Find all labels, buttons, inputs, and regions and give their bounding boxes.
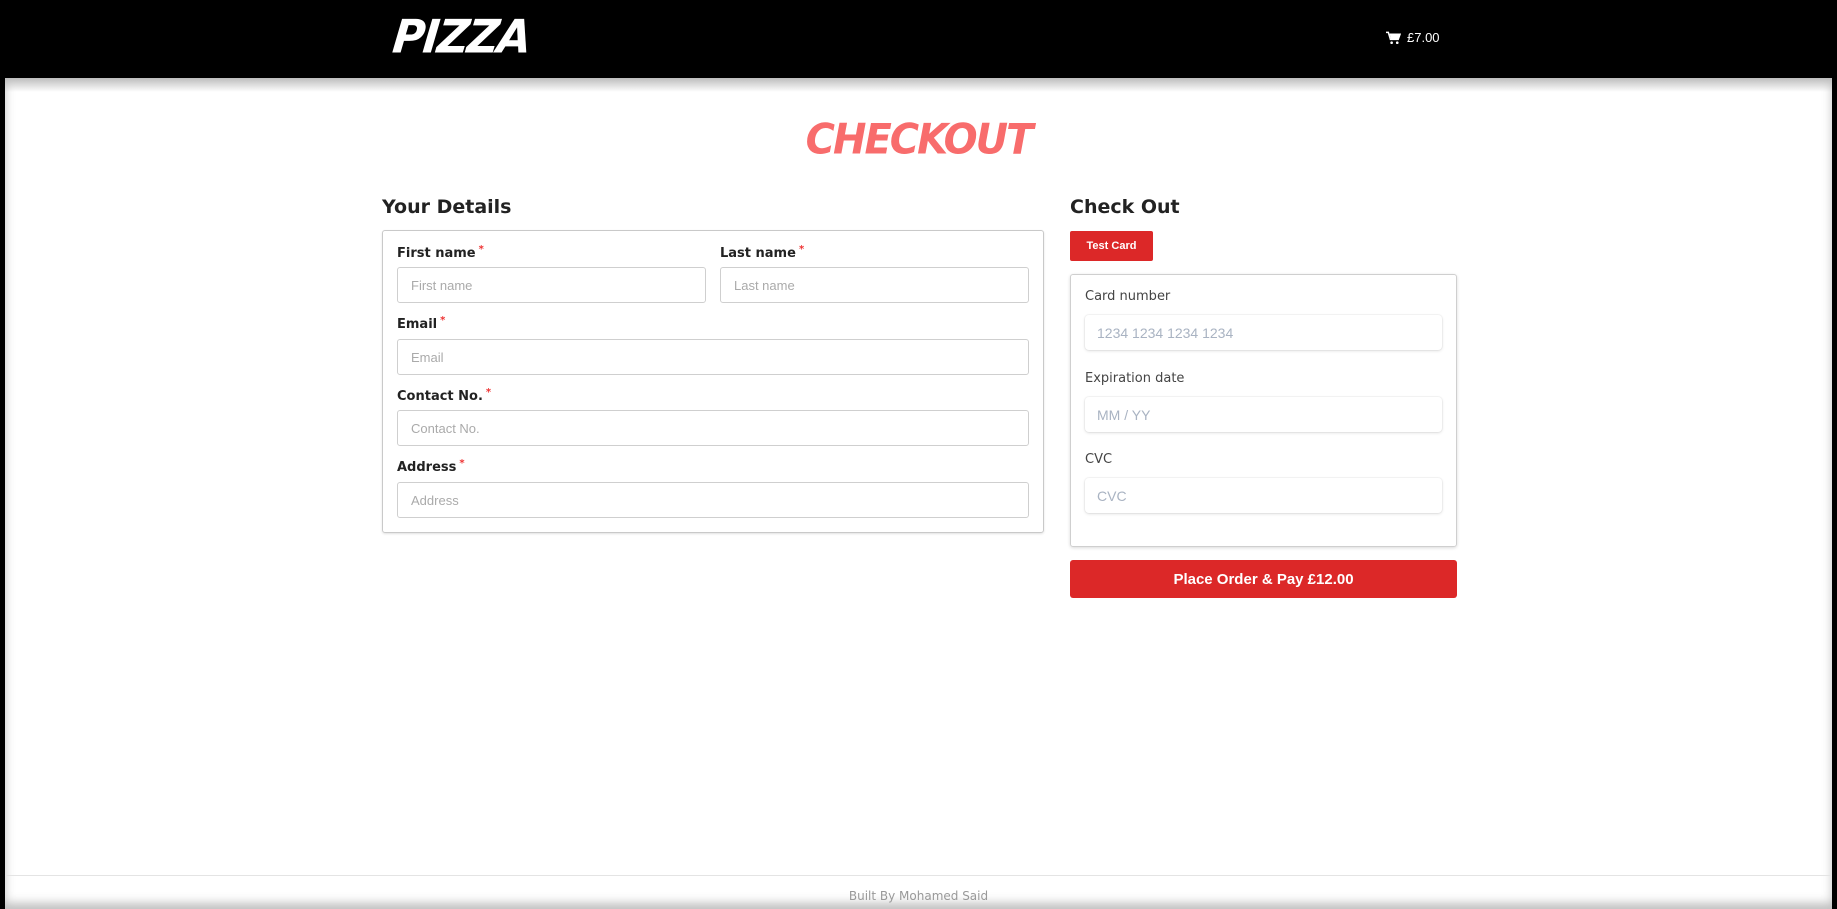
test-card-button[interactable]: Test Card [1070,231,1153,261]
expiration-date-label: Expiration date [1085,371,1185,386]
email-label: Email * [397,315,446,332]
cvc-label: CVC [1085,452,1113,467]
required-marker: * [459,458,465,469]
cart-total: £7.00 [1407,30,1440,45]
card-number-input[interactable] [1085,315,1442,350]
required-marker: * [798,244,805,255]
required-marker: * [440,315,446,326]
footer-divider [5,875,1832,876]
your-details-heading: Your Details [382,196,512,218]
cvc-input[interactable] [1085,478,1442,513]
first-name-label-text: First name [397,246,476,261]
expiration-date-input[interactable] [1085,397,1442,432]
cart-button[interactable]: £7.00 [1386,30,1440,45]
last-name-label: Last name * [720,244,805,261]
place-order-button[interactable]: Place Order & Pay £12.00 [1070,560,1457,598]
email-input[interactable] [397,339,1029,375]
address-label-text: Address [397,460,457,475]
contact-label-text: Contact No. [397,389,483,404]
required-marker: * [478,244,484,255]
email-label-text: Email [397,317,438,332]
contact-input[interactable] [397,410,1029,446]
top-navbar: PIZZA £7.00 [0,0,1837,78]
shopping-cart-icon [1386,31,1401,44]
address-label: Address * [397,458,465,475]
header-shadow [5,78,1832,92]
contact-label: Contact No. * [397,387,492,404]
last-name-input[interactable] [720,267,1029,303]
page-title: CHECKOUT [805,115,1034,165]
pizza-logo[interactable]: PIZZA [390,11,532,65]
first-name-input[interactable] [397,267,706,303]
last-name-label-text: Last name [720,246,796,261]
first-name-label: First name * [397,244,484,261]
check-out-heading: Check Out [1070,196,1180,218]
card-number-label: Card number [1085,289,1171,304]
address-input[interactable] [397,482,1029,518]
footer-credit: Built By Mohamed Said [848,889,989,903]
required-marker: * [485,387,492,398]
